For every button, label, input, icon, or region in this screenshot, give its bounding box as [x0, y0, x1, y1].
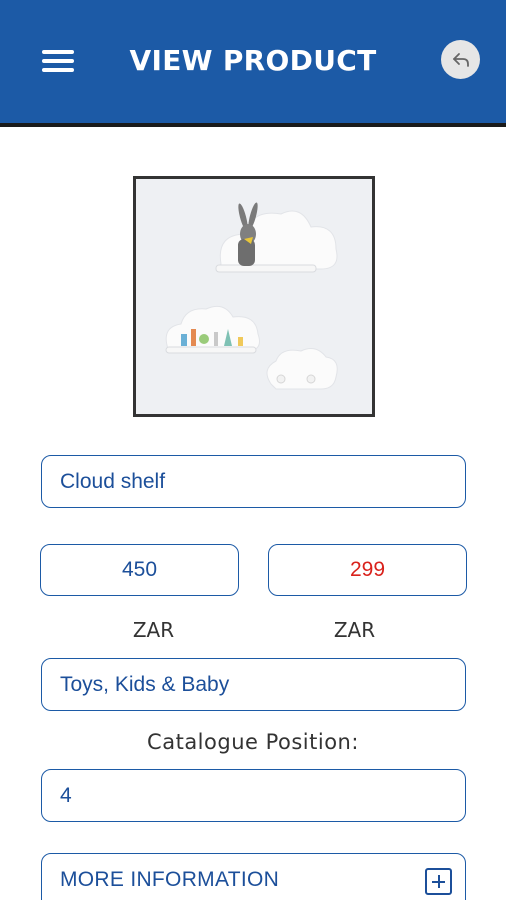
price-field[interactable]: 450 [40, 544, 239, 596]
sale-price-value: 299 [349, 558, 386, 581]
page-title: VIEW PRODUCT [129, 44, 377, 77]
more-information-label: MORE INFORMATION [60, 868, 280, 891]
price-currency-label: ZAR [132, 618, 175, 642]
back-button[interactable] [441, 40, 480, 79]
back-arrow-icon [452, 52, 469, 67]
catalogue-position-field[interactable]: 4 [41, 769, 466, 822]
product-image[interactable] [133, 176, 375, 417]
more-information-button[interactable]: MORE INFORMATION [41, 853, 466, 900]
sale-currency-label: ZAR [333, 618, 376, 642]
category-value: Toys, Kids & Baby [60, 672, 230, 696]
category-field[interactable]: Toys, Kids & Baby [41, 658, 466, 711]
app-bar: VIEW PRODUCT [0, 0, 506, 127]
product-name-field[interactable]: Cloud shelf [41, 455, 466, 508]
product-name-value: Cloud shelf [60, 469, 166, 493]
catalogue-position-label: Catalogue Position: [147, 730, 359, 754]
plus-icon[interactable] [425, 868, 452, 895]
sale-price-field[interactable]: 299 [268, 544, 467, 596]
cloud-shelf-photo [136, 179, 372, 414]
price-value: 450 [121, 558, 158, 581]
catalogue-position-value: 4 [60, 783, 72, 807]
